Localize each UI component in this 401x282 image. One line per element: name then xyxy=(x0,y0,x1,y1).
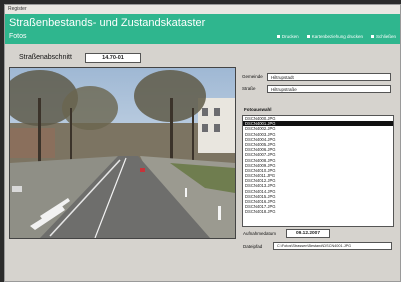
road-photo xyxy=(10,68,235,238)
section-title: Fotos xyxy=(9,33,27,40)
window-title: Register xyxy=(8,6,27,12)
window-titlebar: Register xyxy=(5,5,400,14)
aufnahmedatum-field[interactable]: 09.12.2007 xyxy=(286,229,330,238)
app-header: Straßenbestands- und Zustandskataster Fo… xyxy=(5,14,400,44)
print-link[interactable]: Drucken xyxy=(276,34,299,39)
strasse-field[interactable]: Hiltrupstraße xyxy=(267,85,391,93)
foto-list-item[interactable]: DSCN4018.JPG xyxy=(243,209,393,214)
street-photo xyxy=(9,67,236,239)
foto-list[interactable]: DSCN4000.JPG DSCN4001.JPG DSCN4002.JPG DSCN… xyxy=(242,115,394,227)
square-bullet-icon xyxy=(276,35,280,38)
close-link[interactable]: Schließen xyxy=(370,34,396,39)
gemeinde-field[interactable]: Hiltrupstadt xyxy=(267,73,391,81)
fotoauswahl-label: Fotoauswahl xyxy=(244,107,272,112)
print-map-link-label: Kartenbeziehung drucken xyxy=(311,34,363,39)
app-title: Straßenbestands- und Zustandskataster xyxy=(9,17,206,29)
header-actions: Drucken Kartenbeziehung drucken Schließe… xyxy=(276,34,396,39)
close-link-label: Schließen xyxy=(375,34,396,39)
strassenabschnitt-label: Straßenabschnitt xyxy=(19,54,72,61)
square-bullet-icon xyxy=(306,35,310,38)
aufnahmedatum-label: Aufnahmedatum xyxy=(243,231,277,236)
print-link-label: Drucken xyxy=(281,34,299,39)
dateipfad-label: Dateipfad xyxy=(243,244,263,249)
square-bullet-icon xyxy=(370,35,374,38)
print-map-link[interactable]: Kartenbeziehung drucken xyxy=(306,34,363,39)
strassenabschnitt-field[interactable]: 14.70-01 xyxy=(85,53,141,63)
dateipfad-field[interactable]: C:\Fotos\Strassen\Bestand\DSCN4001.JPG xyxy=(273,242,392,250)
application-window: Register Straßenbestands- und Zustandska… xyxy=(4,4,401,282)
gemeinde-label: Gemeinde xyxy=(242,74,263,79)
strasse-label: Straße xyxy=(242,86,256,91)
